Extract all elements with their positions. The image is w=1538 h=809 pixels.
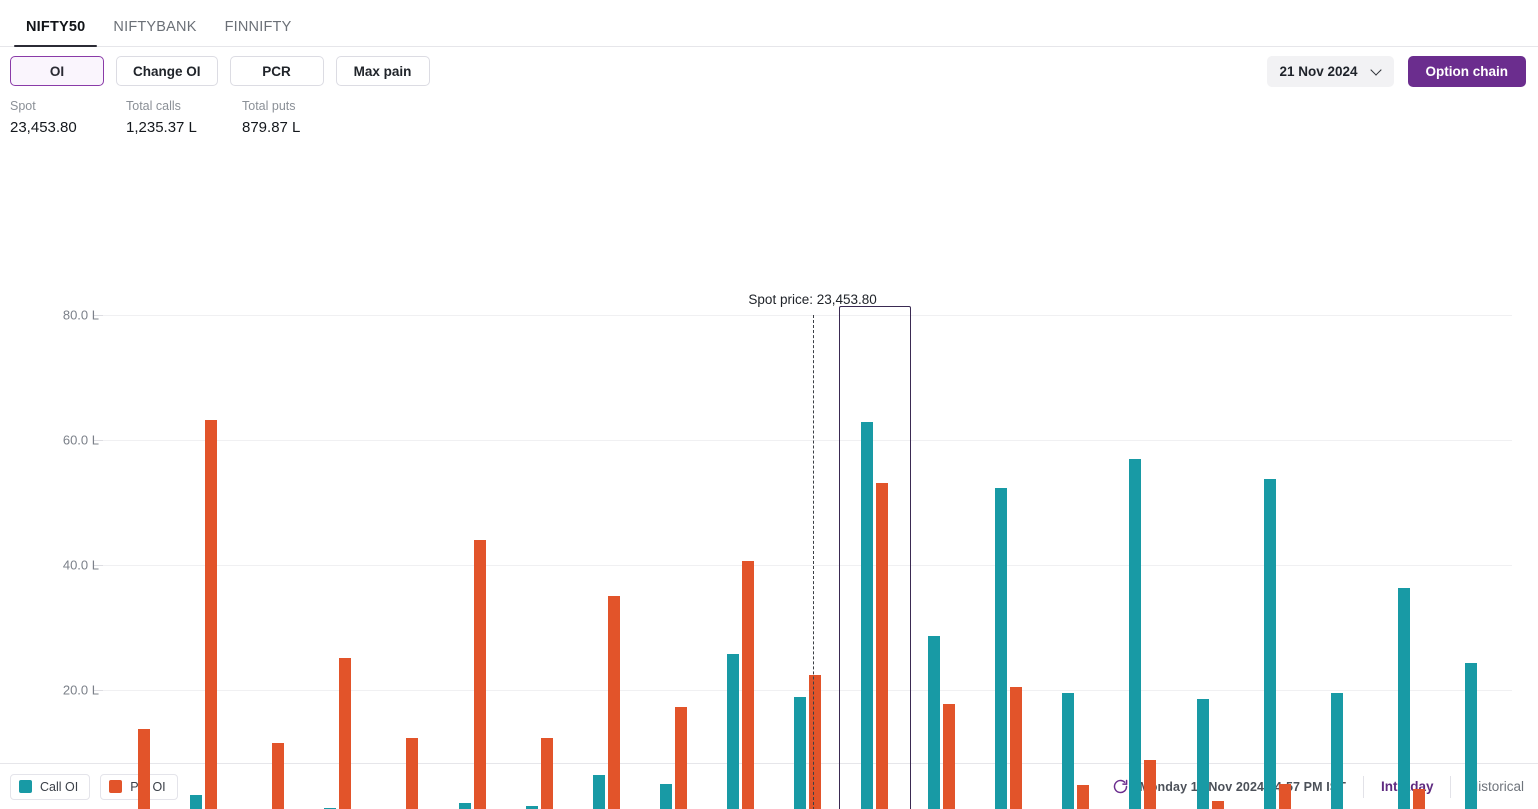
put-oi-bar[interactable] — [205, 420, 218, 809]
y-axis-label: 20.0 L — [62, 682, 99, 698]
call-oi-bar[interactable] — [726, 653, 739, 809]
put-oi-bar[interactable] — [809, 675, 821, 809]
put-oi-bar[interactable] — [607, 596, 620, 809]
metric-button-max-pain[interactable]: Max pain — [335, 56, 430, 86]
put-oi-bar[interactable] — [674, 706, 687, 809]
atm-strike-highlight — [838, 306, 911, 809]
put-oi-bar[interactable] — [876, 482, 889, 809]
stat-spot-value: 23,453.80 — [10, 119, 77, 136]
call-oi-bar[interactable] — [458, 802, 471, 809]
metric-button-oi[interactable]: OI — [10, 56, 104, 86]
put-oi-bar[interactable] — [138, 729, 151, 809]
option-chain-button[interactable]: Option chain — [1407, 55, 1526, 87]
y-gridline — [103, 315, 1512, 316]
call-oi-bar[interactable] — [1397, 587, 1410, 809]
put-oi-bar[interactable] — [1144, 760, 1157, 809]
metric-button-change-oi[interactable]: Change OI — [116, 56, 218, 86]
y-axis-label: 80.0 L — [62, 307, 99, 323]
put-oi-bar[interactable] — [406, 738, 419, 809]
chart-plot-area: 020.0 L40.0 L60.0 L80.0 L23,00023,10023,… — [63, 292, 1512, 809]
y-axis-label: 40.0 L — [62, 557, 99, 573]
stat-total-calls: Total calls 1,235.37 L — [126, 98, 242, 139]
put-oi-bar[interactable] — [1077, 785, 1090, 809]
option-chain-page: NIFTY50 NIFTYBANK FINNIFTY OI Change OI … — [0, 0, 1538, 809]
stat-total-puts: Total puts 879.87 L — [242, 98, 402, 139]
tab-finnifty[interactable]: FINNIFTY — [211, 19, 306, 46]
call-oi-bar[interactable] — [592, 775, 605, 809]
spot-price-line — [812, 315, 814, 809]
put-oi-bar[interactable] — [540, 737, 553, 809]
put-oi-bar[interactable] — [1412, 788, 1425, 809]
call-oi-bar[interactable] — [928, 636, 941, 809]
put-oi-bar[interactable] — [473, 540, 486, 809]
call-oi-bar[interactable] — [1196, 699, 1209, 809]
expiry-date-value: 21 Nov 2024 — [1279, 63, 1358, 79]
index-tabs: NIFTY50 NIFTYBANK FINNIFTY — [0, 0, 1538, 47]
chart-toolbar: OI Change OI PCR Max pain 21 Nov 2024 Op… — [0, 47, 1538, 95]
call-oi-bar[interactable] — [794, 696, 806, 809]
chevron-down-icon — [1372, 66, 1382, 76]
stat-total-puts-label: Total puts — [242, 99, 296, 113]
call-oi-bar[interactable] — [659, 783, 672, 809]
metric-button-pcr[interactable]: PCR — [229, 56, 324, 86]
y-gridline — [103, 690, 1512, 691]
oi-chart-container: 020.0 L40.0 L60.0 L80.0 L23,00023,10023,… — [0, 139, 1538, 809]
call-oi-bar[interactable] — [995, 487, 1008, 809]
call-oi-bar[interactable] — [1129, 458, 1142, 809]
call-oi-bar[interactable] — [1330, 692, 1343, 809]
y-gridline — [103, 565, 1512, 566]
stat-spot-label: Spot — [10, 99, 36, 113]
stat-total-calls-value: 1,235.37 L — [126, 119, 197, 136]
call-oi-bar[interactable] — [1263, 478, 1276, 809]
stat-total-calls-label: Total calls — [126, 99, 181, 113]
call-oi-swatch-icon — [19, 780, 32, 793]
call-oi-bar[interactable] — [1062, 693, 1075, 809]
put-oi-bar[interactable] — [943, 703, 956, 809]
call-oi-bar[interactable] — [190, 795, 203, 809]
spot-price-label: Spot price: 23,453.80 — [748, 292, 877, 307]
y-axis-label: 60.0 L — [62, 432, 99, 448]
put-oi-bar[interactable] — [1010, 686, 1023, 809]
expiry-date-dropdown[interactable]: 21 Nov 2024 — [1267, 55, 1394, 87]
put-oi-bar[interactable] — [1278, 784, 1291, 809]
call-oi-bar[interactable] — [861, 421, 874, 809]
legend-call-oi-label: Call OI — [40, 779, 79, 794]
put-oi-bar[interactable] — [1211, 801, 1224, 809]
put-oi-bar[interactable] — [339, 658, 352, 809]
call-oi-bar[interactable] — [1464, 663, 1477, 809]
tab-nifty50[interactable]: NIFTY50 — [12, 19, 99, 47]
stat-total-puts-value: 879.87 L — [242, 119, 301, 136]
y-gridline — [103, 440, 1512, 441]
put-oi-bar[interactable] — [741, 560, 754, 809]
summary-stats: Spot 23,453.80 Total calls 1,235.37 L To… — [0, 95, 1538, 139]
legend-call-oi[interactable]: Call OI — [10, 773, 91, 800]
put-oi-bar[interactable] — [272, 743, 285, 809]
stat-spot: Spot 23,453.80 — [10, 98, 126, 139]
tab-niftybank[interactable]: NIFTYBANK — [99, 19, 210, 46]
oi-chart: 020.0 L40.0 L60.0 L80.0 L23,00023,10023,… — [0, 139, 1538, 809]
